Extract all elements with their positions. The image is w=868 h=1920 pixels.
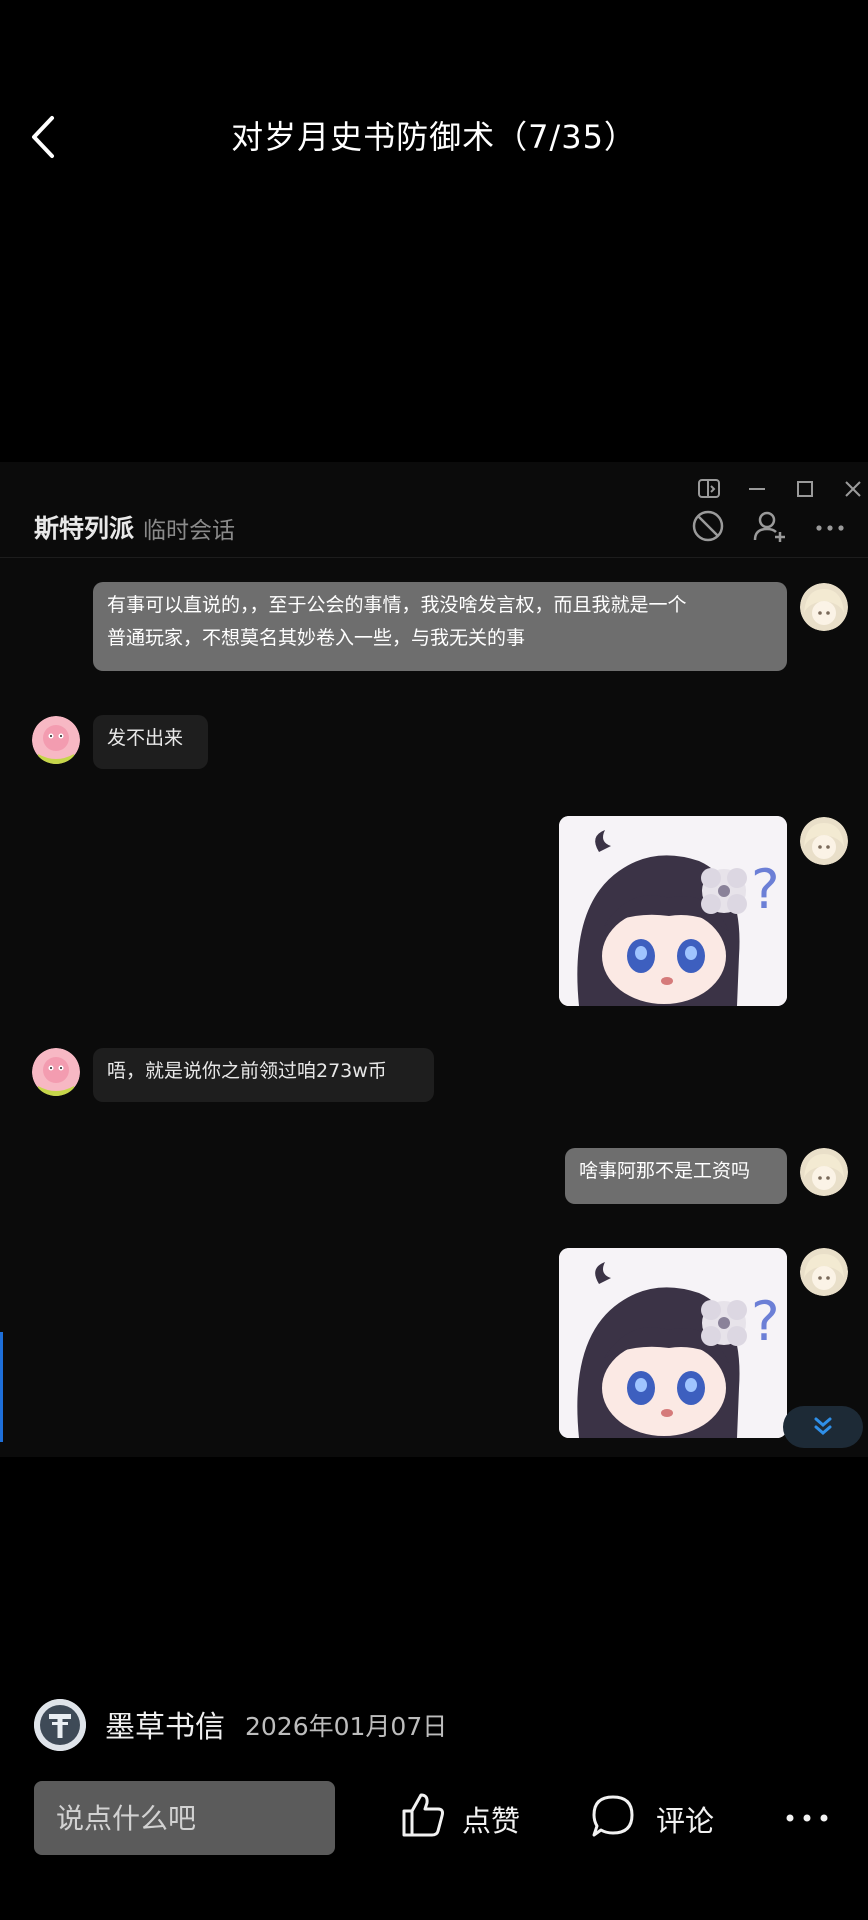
author-logo-icon — [34, 1699, 86, 1751]
contact-avatar — [32, 716, 80, 764]
message-text-line: 普通玩家，不想莫名其妙卷入一些，与我无关的事 — [107, 627, 526, 649]
my-avatar — [800, 583, 848, 631]
page-title: 对岁月史书防御术（7/35） — [231, 118, 637, 156]
close-icon — [845, 481, 861, 497]
pin-window-icon — [698, 479, 720, 498]
my-avatar — [800, 817, 848, 865]
my-avatar — [800, 1248, 848, 1296]
more-icon — [786, 1814, 828, 1822]
chat-header-divider — [0, 557, 868, 558]
comment-input[interactable] — [34, 1781, 335, 1855]
scroll-to-bottom-button[interactable] — [783, 1406, 863, 1448]
like-button[interactable]: 点赞 — [400, 1789, 530, 1845]
message-bubble: 唔，就是说你之前领过咱273w币 — [93, 1048, 434, 1102]
message-bubble: 有事可以直说的，，至于公会的事情，我没啥发言权，而且我就是一个 普通玩家，不想莫… — [93, 582, 787, 671]
message-text-line: 有事可以直说的，，至于公会的事情，我没啥发言权，而且我就是一个 — [107, 594, 687, 616]
comment-label: 评论 — [656, 1804, 715, 1838]
confused-anime-girl-sticker: ? — [559, 816, 787, 1006]
svg-text:?: ? — [751, 858, 780, 921]
window-edge-accent — [0, 1332, 3, 1442]
more-icon — [816, 525, 844, 531]
author-name[interactable]: 墨草书信 — [105, 1702, 225, 1746]
more-options-button[interactable] — [782, 1800, 832, 1836]
like-label: 点赞 — [462, 1804, 521, 1838]
sticker-image[interactable]: ? — [559, 1248, 787, 1438]
svg-text:?: ? — [751, 1290, 780, 1353]
chat-contact-subtitle: 临时会话 — [143, 518, 235, 544]
message-text: 唔，就是说你之前领过咱273w币 — [107, 1060, 387, 1082]
block-icon — [692, 510, 724, 542]
add-friend-icon — [753, 511, 785, 542]
maximize-icon — [797, 481, 813, 497]
contact-avatar — [32, 1048, 80, 1096]
message-text: 啥事阿那不是工资吗 — [579, 1160, 751, 1182]
comment-button[interactable]: 评论 — [590, 1789, 730, 1845]
comment-bubble-icon — [592, 1795, 634, 1837]
confused-anime-girl-sticker: ? — [559, 1248, 787, 1438]
sticker-image[interactable]: ? — [559, 816, 787, 1006]
post-date: 2026年01月07日 — [245, 1712, 448, 1741]
message-text: 发不出来 — [107, 727, 184, 749]
message-bubble: 发不出来 — [93, 715, 208, 769]
chat-contact-name: 斯特列派 — [34, 514, 135, 543]
message-bubble: 啥事阿那不是工资吗 — [565, 1148, 787, 1204]
my-avatar — [800, 1148, 848, 1196]
minimize-icon — [749, 488, 765, 490]
author-avatar[interactable] — [34, 1699, 86, 1751]
thumbs-up-icon — [402, 1793, 444, 1837]
double-chevron-down-icon — [814, 1417, 832, 1435]
chat-screenshot: 斯特列派 临时会话 有事可以直说的，，至于公会的事情，我没啥发言权，而且我就是一… — [0, 462, 868, 1457]
